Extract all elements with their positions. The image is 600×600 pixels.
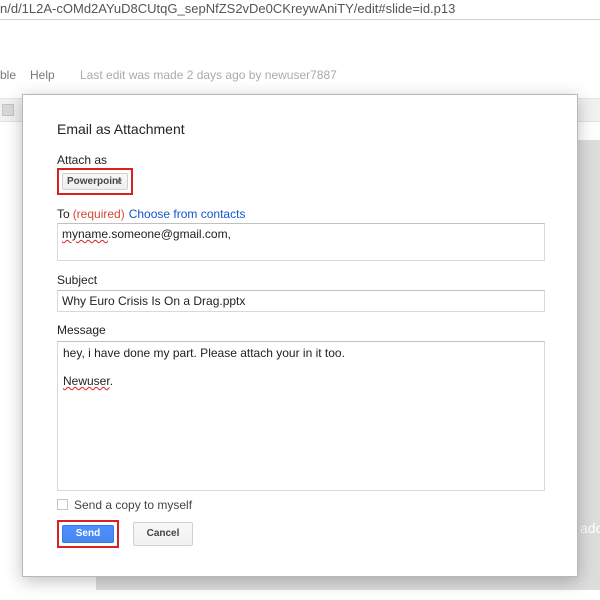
url-text: n/d/1L2A-cOMd2AYuD8CUtqG_sepNfZS2vDe0CKr… bbox=[0, 1, 456, 16]
send-copy-label[interactable]: Send a copy to myself bbox=[74, 498, 192, 512]
required-note: (required) bbox=[72, 207, 125, 221]
message-label: Message bbox=[57, 323, 106, 337]
menu-item-table[interactable]: ble bbox=[0, 62, 16, 88]
cancel-button[interactable]: Cancel bbox=[133, 522, 193, 546]
dialog-title: Email as Attachment bbox=[57, 121, 185, 137]
message-signature-name: Newuser bbox=[63, 374, 110, 388]
to-value-rest: .someone@gmail.com, bbox=[108, 227, 231, 241]
chevron-down-icon bbox=[116, 180, 122, 184]
address-bar[interactable]: n/d/1L2A-cOMd2AYuD8CUtqG_sepNfZS2vDe0CKr… bbox=[0, 0, 600, 20]
message-line-1: hey, i have done my part. Please attach … bbox=[63, 346, 345, 360]
to-label: To bbox=[57, 207, 70, 221]
print-icon[interactable] bbox=[2, 104, 14, 116]
docs-menu-bar: ble Help Last edit was made 2 days ago b… bbox=[0, 62, 600, 88]
send-highlight: Send bbox=[57, 520, 119, 548]
page: n/d/1L2A-cOMd2AYuD8CUtqG_sepNfZS2vDe0CKr… bbox=[0, 0, 600, 600]
attach-format-value: Powerpoint bbox=[67, 176, 122, 187]
message-line-2: Newuser. bbox=[63, 374, 539, 388]
subject-label: Subject bbox=[57, 273, 98, 287]
subject-value: Why Euro Crisis Is On a Drag.pptx bbox=[62, 294, 246, 308]
menu-item-help[interactable]: Help bbox=[30, 62, 55, 88]
attach-as-label: Attach as bbox=[57, 153, 108, 167]
message-field[interactable]: hey, i have done my part. Please attach … bbox=[57, 341, 545, 491]
slide-text-fragment: ado bbox=[580, 520, 600, 536]
send-copy-row: Send a copy to myself bbox=[57, 498, 192, 512]
send-copy-checkbox[interactable] bbox=[57, 499, 68, 510]
to-value-prefix: myname bbox=[62, 227, 109, 241]
attach-as-highlight: Powerpoint bbox=[57, 168, 133, 195]
last-edit-status[interactable]: Last edit was made 2 days ago by newuser… bbox=[80, 62, 337, 88]
to-label-row: To (required) Choose from contacts bbox=[57, 207, 245, 221]
to-field[interactable]: myname.someone@gmail.com, bbox=[57, 223, 545, 261]
email-attachment-dialog: Email as Attachment Attach as Powerpoint… bbox=[22, 94, 578, 577]
send-button[interactable]: Send bbox=[62, 525, 114, 543]
choose-from-contacts-link[interactable]: Choose from contacts bbox=[129, 207, 246, 221]
message-signature-rest: . bbox=[109, 374, 114, 388]
attach-format-select[interactable]: Powerpoint bbox=[62, 173, 128, 190]
subject-field[interactable]: Why Euro Crisis Is On a Drag.pptx bbox=[57, 290, 545, 312]
